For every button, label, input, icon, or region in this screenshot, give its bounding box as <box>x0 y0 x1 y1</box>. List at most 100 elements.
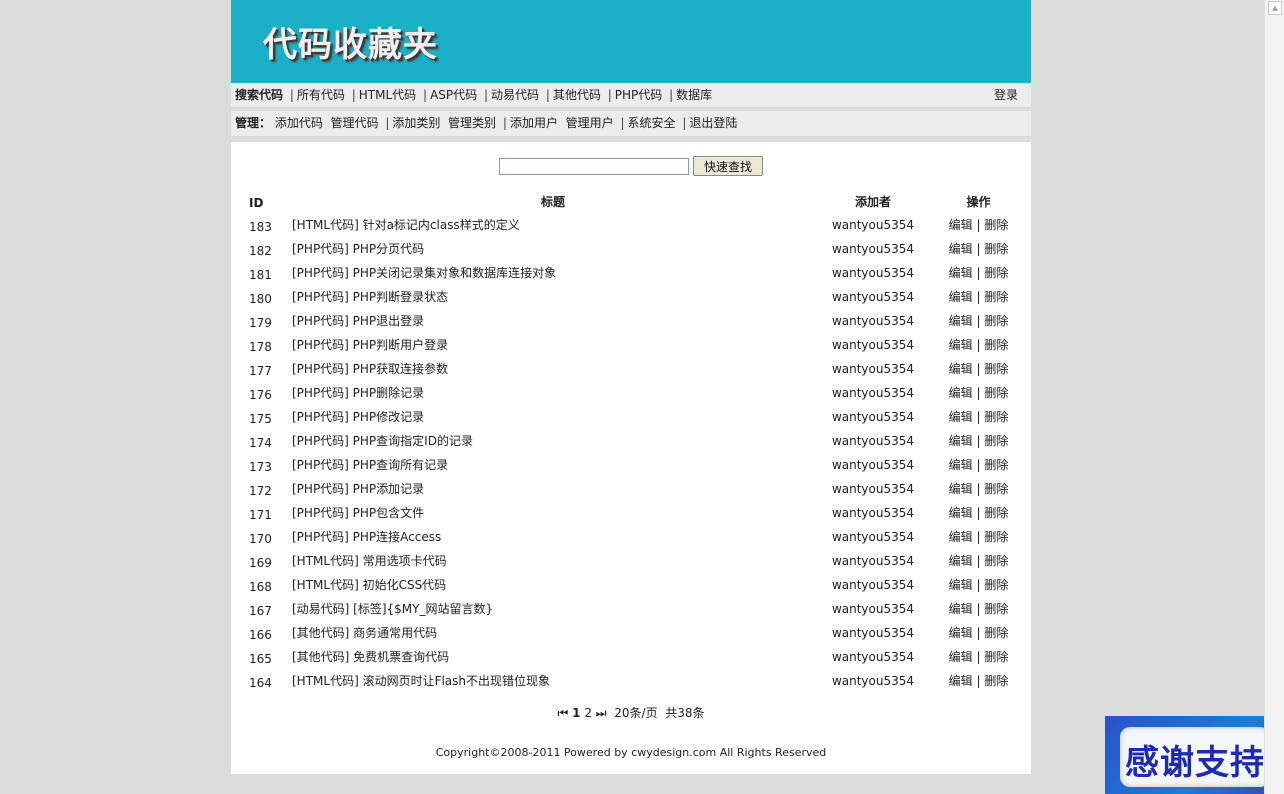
admin-add-category[interactable]: 添加类别 <box>392 116 440 130</box>
edit-link[interactable]: 编辑 <box>949 650 973 664</box>
edit-link[interactable]: 编辑 <box>949 362 973 376</box>
edit-link[interactable]: 编辑 <box>949 338 973 352</box>
admin-add-user[interactable]: 添加用户 <box>510 116 558 130</box>
support-badge[interactable]: 感谢支持 <box>1105 716 1284 794</box>
first-page-icon[interactable]: ⏮ <box>558 706 569 720</box>
row-title-link[interactable]: [PHP代码] PHP查询指定ID的记录 <box>292 432 473 450</box>
row-title-link[interactable]: [PHP代码] PHP分页代码 <box>292 240 424 258</box>
row-title-link[interactable]: [HTML代码] 针对a标记内class样式的定义 <box>292 216 520 234</box>
edit-link[interactable]: 编辑 <box>949 626 973 640</box>
row-title-link[interactable]: [其他代码] 商务通常用代码 <box>292 624 437 642</box>
site-logo[interactable]: 代码收藏夹 <box>263 17 438 66</box>
edit-link[interactable]: 编辑 <box>949 458 973 472</box>
edit-link[interactable]: 编辑 <box>949 218 973 232</box>
delete-link[interactable]: 删除 <box>984 626 1008 640</box>
edit-link[interactable]: 编辑 <box>949 530 973 544</box>
header-ops: 操作 <box>966 195 991 209</box>
delete-link[interactable]: 删除 <box>984 458 1008 472</box>
row-adder: wantyou5354 <box>831 362 915 376</box>
admin-add-code[interactable]: 添加代码 <box>275 116 323 130</box>
delete-link[interactable]: 删除 <box>984 338 1008 352</box>
delete-link[interactable]: 删除 <box>984 362 1008 376</box>
edit-link[interactable]: 编辑 <box>949 386 973 400</box>
edit-link[interactable]: 编辑 <box>949 578 973 592</box>
nav-item-asp[interactable]: ASP代码 <box>430 88 477 102</box>
search-input[interactable] <box>499 158 689 175</box>
edit-link[interactable]: 编辑 <box>949 554 973 568</box>
delete-link[interactable]: 删除 <box>984 674 1008 688</box>
quick-search-button[interactable]: 快速查找 <box>693 156 763 176</box>
delete-link[interactable]: 删除 <box>984 386 1008 400</box>
delete-link[interactable]: 删除 <box>984 314 1008 328</box>
delete-link[interactable]: 删除 <box>984 506 1008 520</box>
row-title-link[interactable]: [PHP代码] PHP修改记录 <box>292 408 424 426</box>
row-title-link[interactable]: [PHP代码] PHP获取连接参数 <box>292 360 448 378</box>
row-title-link[interactable]: [HTML代码] 常用选项卡代码 <box>292 552 447 570</box>
page-2[interactable]: 2 <box>584 706 592 720</box>
row-title-link[interactable]: [PHP代码] PHP关闭记录集对象和数据库连接对象 <box>292 264 556 282</box>
row-adder: wantyou5354 <box>831 290 915 304</box>
admin-manage-category[interactable]: 管理类别 <box>448 116 496 130</box>
edit-link[interactable]: 编辑 <box>949 266 973 280</box>
edit-link[interactable]: 编辑 <box>949 434 973 448</box>
table-row: 179 [PHP代码] PHP退出登录 wantyou5354 编辑 | 删除 <box>231 312 1031 336</box>
edit-link[interactable]: 编辑 <box>949 314 973 328</box>
row-title-link[interactable]: [PHP代码] PHP包含文件 <box>292 504 424 522</box>
delete-link[interactable]: 删除 <box>984 266 1008 280</box>
last-page-icon[interactable]: ⏭ <box>596 706 607 720</box>
row-title-link[interactable]: [动易代码] [标签]{$MY_网站留言数} <box>292 600 493 618</box>
nav-item-php[interactable]: PHP代码 <box>615 88 663 102</box>
admin-manage-code[interactable]: 管理代码 <box>331 116 379 130</box>
row-title-link[interactable]: [PHP代码] PHP添加记录 <box>292 480 424 498</box>
edit-link[interactable]: 编辑 <box>949 674 973 688</box>
login-link[interactable]: 登录 <box>994 83 1018 107</box>
scroll-up-icon[interactable]: ▲ <box>1268 1 1282 15</box>
row-adder: wantyou5354 <box>831 482 915 496</box>
row-id: 166 <box>249 628 272 642</box>
table-row: 181 [PHP代码] PHP关闭记录集对象和数据库连接对象 wantyou5354… <box>231 264 1031 288</box>
delete-link[interactable]: 删除 <box>984 218 1008 232</box>
header-title: 标题 <box>540 195 565 209</box>
edit-link[interactable]: 编辑 <box>949 242 973 256</box>
delete-link[interactable]: 删除 <box>984 242 1008 256</box>
nav-item-database[interactable]: 数据库 <box>676 88 712 102</box>
table-row: 169 [HTML代码] 常用选项卡代码 wantyou5354 编辑 | 删除 <box>231 552 1031 576</box>
edit-link[interactable]: 编辑 <box>949 506 973 520</box>
row-title-link[interactable]: [PHP代码] PHP连接Access <box>292 528 441 546</box>
delete-link[interactable]: 删除 <box>984 290 1008 304</box>
row-title-link[interactable]: [PHP代码] PHP判断用户登录 <box>292 336 448 354</box>
row-title-link[interactable]: [其他代码] 免费机票查询代码 <box>292 648 449 666</box>
delete-link[interactable]: 删除 <box>984 410 1008 424</box>
delete-link[interactable]: 删除 <box>984 530 1008 544</box>
row-title-link[interactable]: [PHP代码] PHP退出登录 <box>292 312 424 330</box>
row-id: 165 <box>249 652 272 666</box>
edit-link[interactable]: 编辑 <box>949 290 973 304</box>
row-title-link[interactable]: [HTML代码] 初始化CSS代码 <box>292 576 446 594</box>
admin-logout[interactable]: 退出登陆 <box>689 116 737 130</box>
row-adder: wantyou5354 <box>831 386 915 400</box>
admin-system-security[interactable]: 系统安全 <box>627 116 675 130</box>
delete-link[interactable]: 删除 <box>984 602 1008 616</box>
row-title-link[interactable]: [HTML代码] 滚动网页时让Flash不出现错位现象 <box>292 672 550 690</box>
row-ops: 编辑 | 删除 <box>948 386 1009 400</box>
vertical-scrollbar[interactable]: ▲ <box>1264 0 1284 794</box>
nav-item-other[interactable]: 其他代码 <box>553 88 601 102</box>
row-title-link[interactable]: [PHP代码] PHP判断登录状态 <box>292 288 448 306</box>
nav-item-all[interactable]: 所有代码 <box>297 88 345 102</box>
nav-item-html[interactable]: HTML代码 <box>359 88 416 102</box>
row-ops: 编辑 | 删除 <box>948 410 1009 424</box>
row-title-link[interactable]: [PHP代码] PHP删除记录 <box>292 384 424 402</box>
delete-link[interactable]: 删除 <box>984 554 1008 568</box>
edit-link[interactable]: 编辑 <box>949 602 973 616</box>
row-adder: wantyou5354 <box>831 626 915 640</box>
nav-item-dongyi[interactable]: 动易代码 <box>491 88 539 102</box>
edit-link[interactable]: 编辑 <box>949 482 973 496</box>
delete-link[interactable]: 删除 <box>984 578 1008 592</box>
edit-link[interactable]: 编辑 <box>949 410 973 424</box>
admin-manage-user[interactable]: 管理用户 <box>566 116 614 130</box>
row-ops: 编辑 | 删除 <box>948 266 1009 280</box>
delete-link[interactable]: 删除 <box>984 650 1008 664</box>
delete-link[interactable]: 删除 <box>984 434 1008 448</box>
delete-link[interactable]: 删除 <box>984 482 1008 496</box>
row-title-link[interactable]: [PHP代码] PHP查询所有记录 <box>292 456 448 474</box>
